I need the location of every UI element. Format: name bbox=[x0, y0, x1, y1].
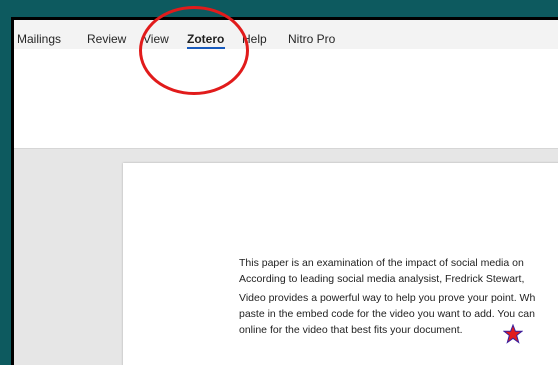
word-window: Mailings Review View Zotero Help Nitro P… bbox=[14, 20, 558, 365]
tab-zotero[interactable]: Zotero bbox=[187, 32, 224, 46]
paragraph-2[interactable]: Video provides a powerful way to help yo… bbox=[239, 290, 558, 338]
paragraph-1[interactable]: This paper is an examination of the impa… bbox=[239, 255, 558, 287]
paragraph-2-line-3: online for the video that best fits your… bbox=[239, 324, 463, 336]
tab-nitro-pro[interactable]: Nitro Pro bbox=[288, 32, 335, 46]
paragraph-2-line-2: paste in the embed code for the video yo… bbox=[239, 308, 535, 320]
screenshot-frame: Mailings Review View Zotero Help Nitro P… bbox=[11, 17, 558, 365]
document-page[interactable]: This paper is an examination of the impa… bbox=[123, 163, 558, 365]
ribbon-panel bbox=[14, 49, 558, 149]
paragraph-1-line-2: According to leading social media analys… bbox=[239, 273, 525, 285]
tab-help[interactable]: Help bbox=[242, 32, 267, 46]
paragraph-1-line-1: This paper is an examination of the impa… bbox=[239, 257, 524, 269]
document-area[interactable]: This paper is an examination of the impa… bbox=[14, 149, 558, 365]
tab-mailings[interactable]: Mailings bbox=[17, 32, 61, 46]
paragraph-2-line-1: Video provides a powerful way to help yo… bbox=[239, 292, 536, 304]
ribbon-tab-bar: Mailings Review View Zotero Help Nitro P… bbox=[14, 20, 558, 49]
tab-review[interactable]: Review bbox=[87, 32, 126, 46]
tab-view[interactable]: View bbox=[143, 32, 169, 46]
